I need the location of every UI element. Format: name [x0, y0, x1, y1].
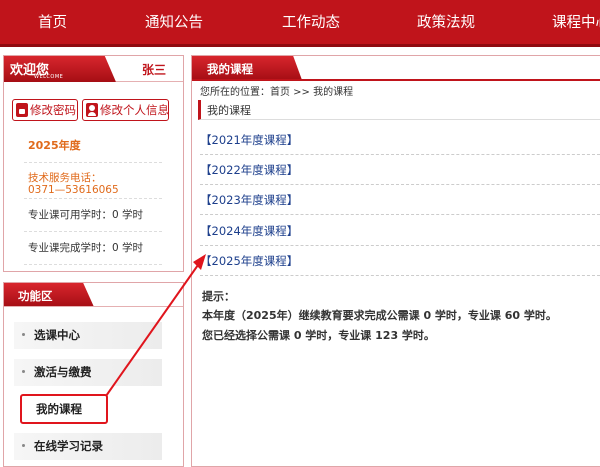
menu-item-activation-payment[interactable]: 激活与缴费 [14, 359, 162, 386]
edit-profile-button[interactable]: 修改个人信息 [82, 99, 169, 121]
support-info: 技术服务电话： 0371—53616065 [28, 172, 119, 196]
nav-item-course-center[interactable]: 课程中心 [552, 0, 600, 47]
user-panel-header: 欢迎您 WELCOME 张三 [4, 56, 183, 82]
profile-year: 2025年度 [28, 139, 81, 152]
divider [24, 198, 162, 199]
function-panel-title: 功能区 [18, 289, 53, 303]
top-nav: 首页 通知公告 工作动态 政策法规 课程中心 [0, 0, 600, 47]
main-panel-divider [192, 79, 600, 81]
nav-item-policies[interactable]: 政策法规 [417, 0, 475, 47]
tip-requirement: 本年度（2025年）继续教育要求完成公需课 0 学时，专业课 60 学时。 [202, 309, 557, 322]
change-password-label: 修改密码 [30, 103, 76, 117]
available-hours: 专业课可用学时：0 学时 [28, 209, 144, 221]
nav-item-home[interactable]: 首页 [38, 0, 67, 47]
menu-item-my-courses[interactable]: 我的课程 [20, 394, 108, 424]
divider [24, 264, 162, 265]
divider [24, 231, 162, 232]
edit-profile-label: 修改个人信息 [100, 103, 169, 117]
tip-label: 提示： [202, 290, 235, 303]
completed-hours: 专业课完成学时：0 学时 [28, 242, 144, 254]
course-link-2022[interactable]: 【2022年度课程】 [200, 155, 600, 185]
course-link-2024[interactable]: 【2024年度课程】 [200, 216, 600, 246]
menu-item-course-selection[interactable]: 选课中心 [14, 322, 162, 349]
course-link-2023[interactable]: 【2023年度课程】 [200, 185, 600, 215]
user-icon [86, 103, 98, 117]
main-panel: 我的课程 您所在的位置：首页 >> 我的课程 我的课程 【2021年度课程】 【… [191, 55, 600, 467]
course-link-2025[interactable]: 【2025年度课程】 [200, 246, 600, 276]
function-panel: 功能区 选课中心 激活与缴费 我的课程 在线学习记录 [3, 282, 184, 467]
support-phone: 0371—53616065 [28, 184, 119, 196]
welcome-subtitle: WELCOME [34, 74, 64, 80]
breadcrumb: 您所在的位置：首页 >> 我的课程 [200, 87, 354, 98]
tip-selected: 您已经选择公需课 0 学时，专业课 123 学时。 [202, 329, 435, 342]
lock-icon [16, 103, 28, 117]
section-heading: 我的课程 [198, 100, 600, 120]
support-label: 技术服务电话： [28, 172, 102, 184]
divider [24, 162, 162, 163]
course-link-2021[interactable]: 【2021年度课程】 [200, 125, 600, 155]
menu-item-study-records[interactable]: 在线学习记录 [14, 433, 162, 460]
nav-item-notices[interactable]: 通知公告 [145, 0, 203, 47]
function-panel-divider [4, 306, 183, 307]
nav-item-work-news[interactable]: 工作动态 [282, 0, 340, 47]
username: 张三 [142, 63, 167, 77]
user-panel: 欢迎您 WELCOME 张三 修改密码 修改个人信息 2025年度 技术服务电话… [3, 55, 184, 272]
main-panel-title: 我的课程 [207, 62, 253, 76]
change-password-button[interactable]: 修改密码 [12, 99, 78, 121]
welcome-tab: 欢迎您 WELCOME [4, 56, 116, 82]
section-heading-text: 我的课程 [207, 104, 251, 117]
